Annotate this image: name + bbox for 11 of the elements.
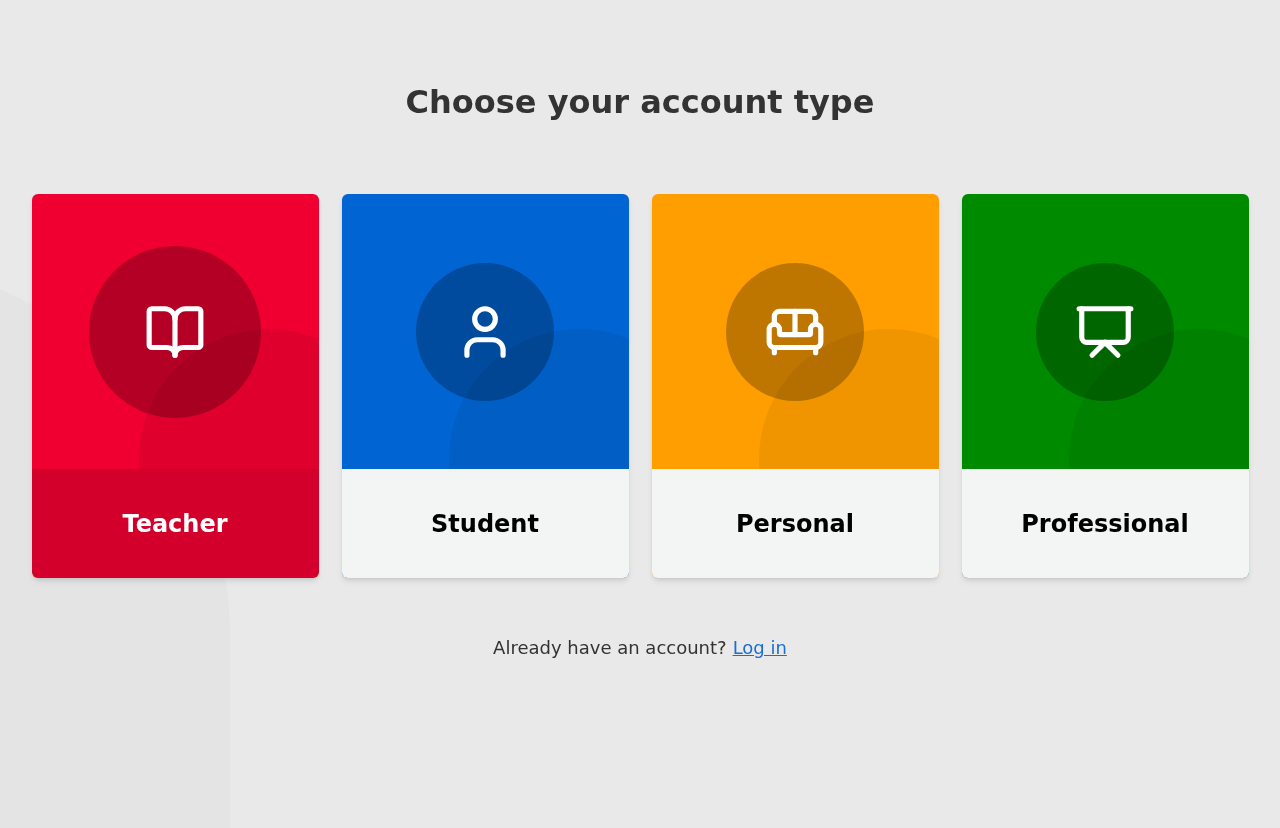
- card-label: Personal: [651, 469, 939, 578]
- account-type-card[interactable]: Student: [341, 194, 629, 578]
- card-label: Professional: [961, 469, 1249, 578]
- account-type-card[interactable]: Personal: [651, 194, 939, 578]
- login-prompt: Already have an account?: [493, 636, 727, 660]
- account-type-card[interactable]: Professional: [961, 194, 1249, 578]
- card-label: Student: [341, 469, 629, 578]
- login-link[interactable]: Log in: [732, 634, 787, 661]
- card-label: Teacher: [31, 469, 319, 578]
- account-type-card[interactable]: Teacher: [31, 194, 319, 578]
- page-title: Choose your account type: [405, 82, 875, 123]
